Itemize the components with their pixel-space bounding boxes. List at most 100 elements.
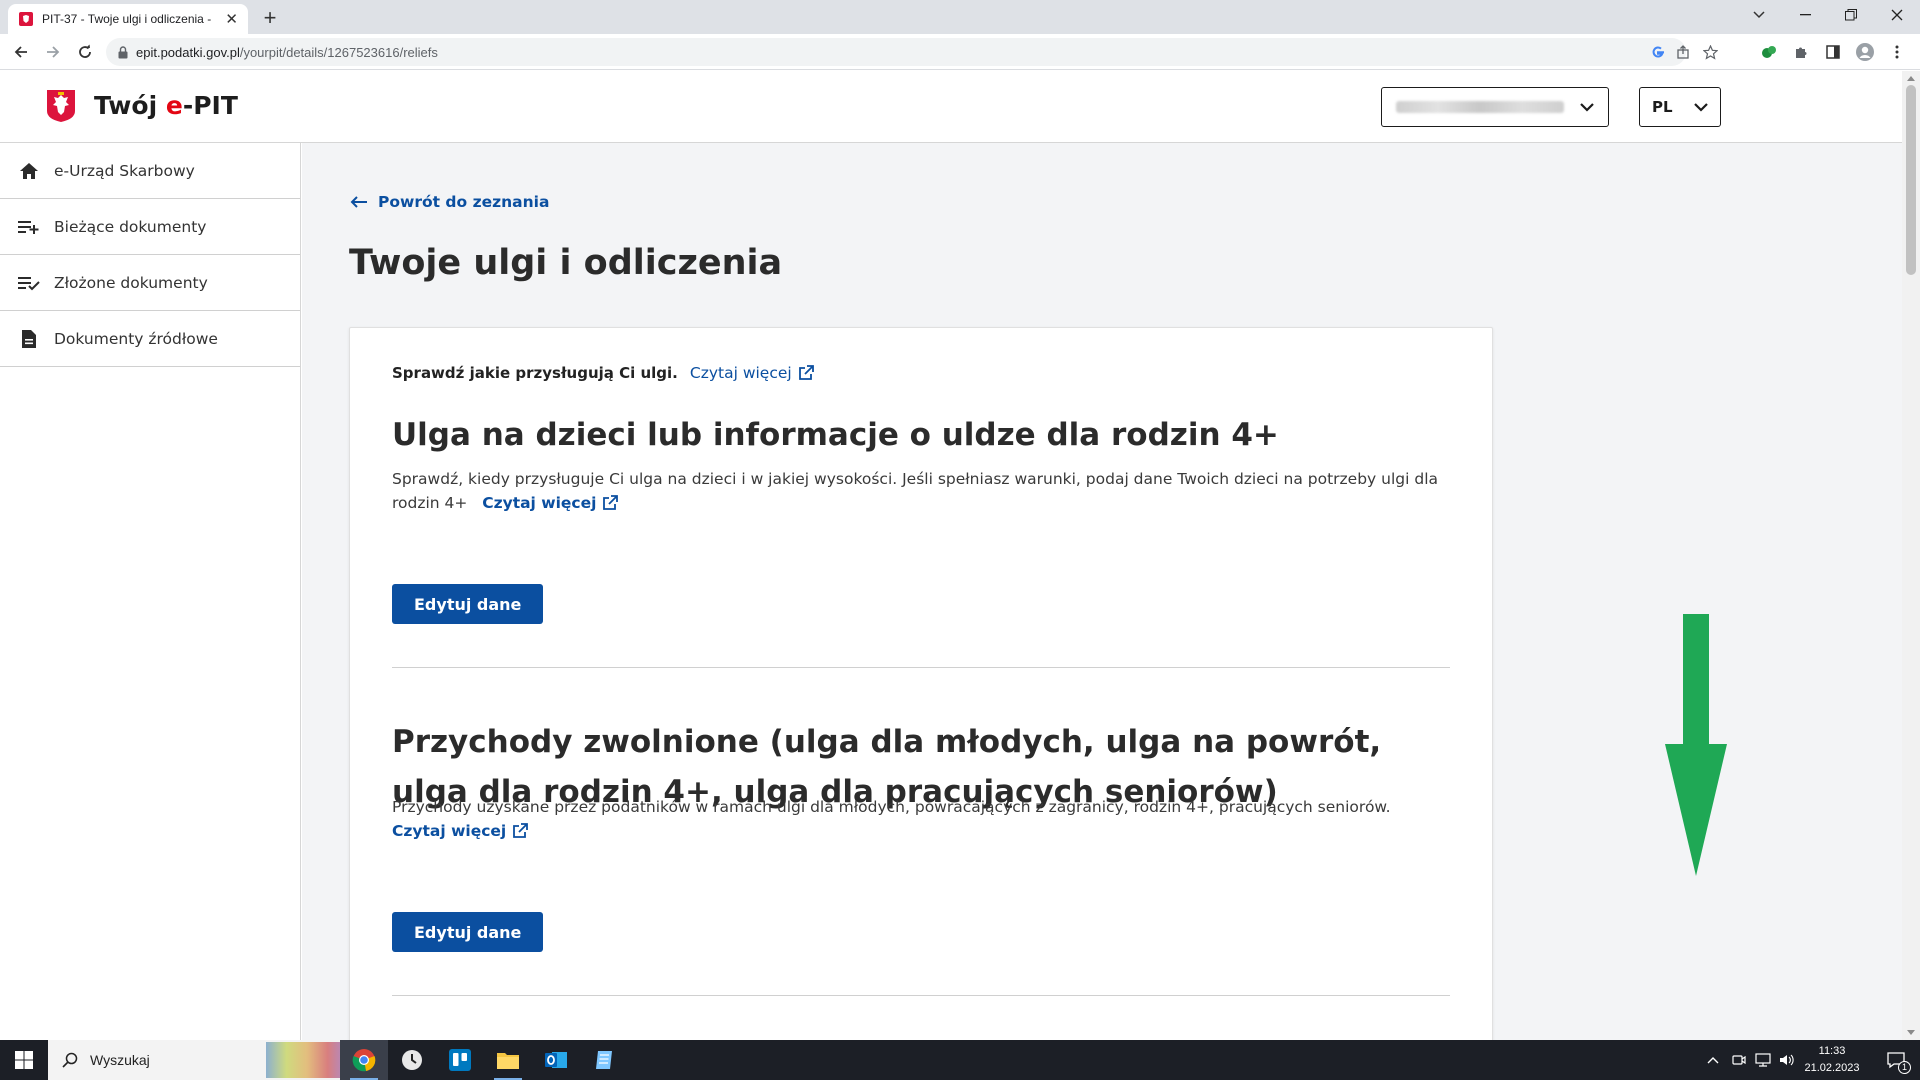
url-path: /yourpit/details/1267523616/reliefs [239, 44, 438, 60]
volume-icon[interactable] [1776, 1040, 1798, 1080]
forward-icon[interactable] [40, 39, 66, 65]
back-to-return-link[interactable]: Powrót do zeznania [350, 193, 549, 211]
browser-tabbar: PIT-37 - Twoje ulgi i odliczenia - ✕ + [0, 0, 1920, 34]
section-divider [392, 995, 1450, 996]
brand-prefix: Twój [94, 91, 166, 120]
scroll-up-icon[interactable] [1907, 76, 1915, 81]
language-value: PL [1652, 98, 1673, 116]
section-read-more-link[interactable]: Czytaj więcej [392, 819, 529, 843]
windows-start-icon[interactable] [0, 1040, 48, 1080]
brand-suffix: -PIT [182, 91, 238, 120]
external-link-icon [798, 365, 814, 380]
tab-title: PIT-37 - Twoje ulgi i odliczenia - [42, 12, 212, 26]
sidebar-item-label: Dokumenty źródłowe [54, 329, 218, 348]
clock-date: 21.02.2023 [1804, 1062, 1860, 1074]
section-divider [392, 667, 1450, 668]
link-label: Czytaj więcej [482, 494, 597, 512]
chrome-taskbar-icon[interactable] [340, 1040, 388, 1080]
search-highlight-image [266, 1042, 348, 1078]
notification-count: 1 [1898, 1061, 1911, 1074]
edit-data-button[interactable]: Edytuj dane [392, 912, 544, 952]
back-icon[interactable] [8, 39, 34, 65]
intro-text: Sprawdź jakie przysługują Ci ulgi. [392, 364, 678, 382]
section-description: Sprawdź, kiedy przysługuje Ci ulga na dz… [392, 467, 1452, 515]
chevron-down-icon [1580, 102, 1594, 112]
share-icon[interactable] [1672, 38, 1696, 66]
sidebar-item-zlozone[interactable]: Złożone dokumenty [0, 255, 300, 311]
main-content: Powrót do zeznania Twoje ulgi i odliczen… [302, 143, 1902, 1040]
edit-data-button[interactable]: Edytuj dane [392, 584, 544, 624]
arrow-left-icon [350, 196, 367, 208]
page-scrollbar[interactable] [1902, 71, 1920, 1040]
meet-now-icon[interactable] [1728, 1040, 1750, 1080]
sidebar-item-label: e-Urząd Skarbowy [54, 161, 195, 180]
clock-app-taskbar-icon[interactable] [388, 1040, 436, 1080]
link-label: Czytaj więcej [392, 822, 507, 840]
sidebar-item-label: Złożone dokumenty [54, 273, 208, 292]
restore-icon[interactable] [1828, 0, 1874, 30]
page-title: Twoje ulgi i odliczenia [349, 243, 783, 283]
new-tab-icon[interactable]: + [258, 5, 282, 30]
playlist-check-icon [18, 272, 40, 294]
reliefs-card: Sprawdź jakie przysługują Ci ulgi. Czyta… [349, 327, 1493, 1040]
tab-search-icon[interactable] [1736, 0, 1782, 30]
brand-accent: e [165, 91, 183, 120]
blurred-user-name [1396, 101, 1564, 113]
sidebar-item-label: Bieżące dokumenty [54, 217, 207, 236]
reload-icon[interactable] [72, 39, 98, 65]
section-title-child-relief: Ulga na dzieci lub informacje o uldze dl… [392, 417, 1279, 453]
section-description-text: Przychody uzyskane przez podatników w ra… [392, 798, 1391, 816]
bookmark-star-icon[interactable] [1698, 38, 1722, 66]
extensions-puzzle-icon[interactable] [1788, 39, 1814, 65]
epit-favicon-icon [18, 11, 34, 27]
notifications-icon[interactable]: 1 [1876, 1040, 1916, 1080]
intro-row: Sprawdź jakie przysługują Ci ulgi. Czyta… [392, 364, 814, 382]
sidebar-nav: e-Urząd Skarbowy Bieżące dokumenty Złożo… [0, 143, 301, 1040]
windows-taskbar: Wyszukaj 11:33 21.02.2023 1 [0, 1040, 1920, 1080]
close-window-icon[interactable] [1874, 0, 1920, 30]
link-label: Czytaj więcej [689, 364, 792, 382]
minimize-icon[interactable] [1782, 0, 1828, 30]
intro-read-more-link[interactable]: Czytaj więcej [690, 364, 814, 382]
profile-avatar-icon[interactable] [1852, 39, 1878, 65]
file-explorer-taskbar-icon[interactable] [484, 1040, 532, 1080]
user-profile-select[interactable] [1381, 87, 1609, 127]
site-header: Twój e-PIT PL [0, 71, 1902, 143]
url-host: epit.podatki.gov.pl [136, 44, 240, 60]
down-arrow-annotation-icon [1665, 614, 1727, 876]
language-select[interactable]: PL [1639, 87, 1721, 127]
section-read-more-link[interactable]: Czytaj więcej [482, 491, 619, 515]
network-icon[interactable] [1752, 1040, 1774, 1080]
scroll-down-icon[interactable] [1907, 1030, 1915, 1035]
document-icon [18, 328, 40, 350]
address-bar[interactable]: epit.podatki.gov.pl/yourpit/details/1267… [106, 38, 1718, 66]
side-panel-icon[interactable] [1820, 39, 1846, 65]
tab-close-icon[interactable]: ✕ [225, 10, 238, 28]
playlist-add-icon [18, 216, 40, 238]
browser-menu-icon[interactable] [1884, 39, 1910, 65]
sidebar-item-e-urzad[interactable]: e-Urząd Skarbowy [0, 143, 300, 199]
section-description: Przychody uzyskane przez podatników w ra… [392, 795, 1452, 843]
clock-time: 11:33 [1818, 1045, 1846, 1057]
sidebar-item-biezace[interactable]: Bieżące dokumenty [0, 199, 300, 255]
poland-emblem-icon [46, 89, 76, 123]
google-icon[interactable] [1646, 38, 1670, 66]
taskbar-search[interactable]: Wyszukaj [48, 1040, 348, 1080]
trello-taskbar-icon[interactable] [436, 1040, 484, 1080]
tray-expand-icon[interactable] [1702, 1040, 1724, 1080]
external-link-icon [603, 495, 619, 510]
search-placeholder: Wyszukaj [90, 1052, 150, 1068]
notes-app-taskbar-icon[interactable] [580, 1040, 628, 1080]
back-link-label: Powrót do zeznania [378, 193, 550, 211]
scrollbar-thumb[interactable] [1906, 85, 1916, 275]
sidebar-item-zrodlowe[interactable]: Dokumenty źródłowe [0, 311, 300, 367]
brand-logo[interactable]: Twój e-PIT [94, 91, 238, 120]
chevron-down-icon [1694, 102, 1708, 112]
extension-leaf-icon[interactable] [1756, 39, 1782, 65]
search-icon [62, 1052, 78, 1068]
external-link-icon [513, 823, 529, 838]
outlook-taskbar-icon[interactable] [532, 1040, 580, 1080]
taskbar-clock[interactable]: 11:33 21.02.2023 [1797, 1043, 1867, 1077]
browser-tab-active[interactable]: PIT-37 - Twoje ulgi i odliczenia - ✕ [8, 4, 248, 34]
lock-icon [118, 45, 128, 59]
